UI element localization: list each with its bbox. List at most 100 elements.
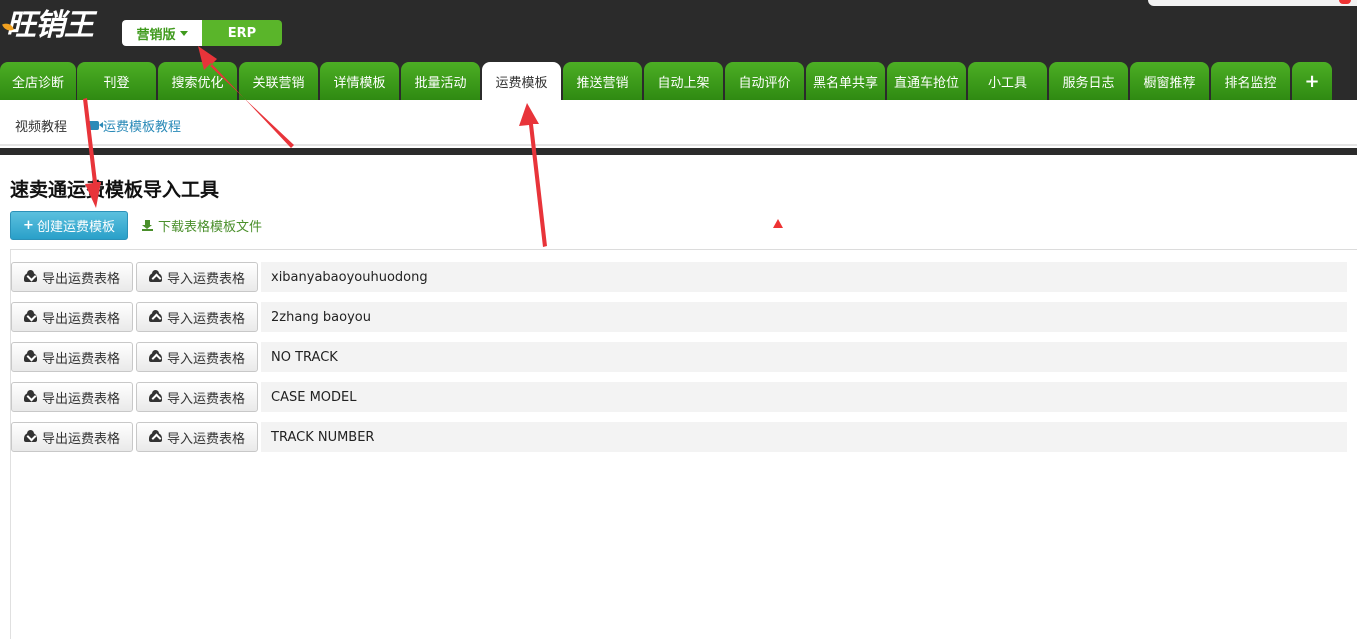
video-icon <box>87 121 103 130</box>
tab-rank-monitor[interactable]: 排名监控 <box>1211 62 1290 100</box>
template-row: 导出运费表格 导入运费表格 NO TRACK <box>11 342 1347 372</box>
import-shipping-table-button[interactable]: 导入运费表格 <box>136 342 258 372</box>
export-label: 导出运费表格 <box>41 431 120 447</box>
tab-label: 排名监控 <box>1224 75 1277 91</box>
cloud-download-icon <box>23 349 37 362</box>
top-header: 旺销王 营销版 ERP <box>0 0 1357 60</box>
shipping-tutorial-text: 运费模板教程 <box>103 120 182 135</box>
cloud-upload-icon <box>148 389 162 402</box>
page-title: 速卖通运费模板导入工具 <box>10 179 220 201</box>
main-nav: 全店诊断 刊登 搜索优化 关联营销 详情模板 批量活动 运费模板 推送营销 自动… <box>0 60 1357 100</box>
tab-label: 自动上架 <box>657 75 710 91</box>
create-shipping-template-button[interactable]: + 创建运费模板 <box>10 211 128 240</box>
template-name: NO TRACK <box>261 342 1347 372</box>
tab-label: 黑名单共享 <box>812 75 878 91</box>
tab-label: 详情模板 <box>333 75 386 91</box>
cloud-download-icon <box>23 269 37 282</box>
tab-label: 自动评价 <box>738 75 791 91</box>
export-shipping-table-button[interactable]: 导出运费表格 <box>11 382 133 412</box>
version-erp-label: ERP <box>227 25 257 41</box>
user-area[interactable] <box>1148 0 1357 6</box>
import-label: 导入运费表格 <box>166 351 245 367</box>
tab-label: 橱窗推荐 <box>1143 75 1196 91</box>
export-shipping-table-button[interactable]: 导出运费表格 <box>11 422 133 452</box>
export-label: 导出运费表格 <box>41 351 120 367</box>
version-switch: 营销版 ERP <box>122 20 282 46</box>
cloud-upload-icon <box>148 429 162 442</box>
logo: 旺销王 <box>2 8 94 44</box>
download-link-label: 下载表格模板文件 <box>158 220 263 235</box>
tab-listing[interactable]: 刊登 <box>77 62 156 100</box>
export-shipping-table-button[interactable]: 导出运费表格 <box>11 302 133 332</box>
tab-auto-review[interactable]: 自动评价 <box>725 62 804 100</box>
notification-icon[interactable] <box>1339 0 1351 4</box>
tab-blacklist-share[interactable]: 黑名单共享 <box>806 62 885 100</box>
tab-label: 运费模板 <box>495 75 548 91</box>
version-erp-button[interactable]: ERP <box>202 20 282 46</box>
export-shipping-table-button[interactable]: 导出运费表格 <box>11 262 133 292</box>
import-shipping-table-button[interactable]: 导入运费表格 <box>136 262 258 292</box>
import-label: 导入运费表格 <box>166 391 245 407</box>
tab-window-recommend[interactable]: 橱窗推荐 <box>1130 62 1209 100</box>
tab-ad-bidding[interactable]: 直通车抢位 <box>887 62 966 100</box>
tab-label: 直通车抢位 <box>893 75 959 91</box>
cloud-upload-icon <box>148 269 162 282</box>
import-shipping-table-button[interactable]: 导入运费表格 <box>136 422 258 452</box>
tab-label: 全店诊断 <box>11 75 64 91</box>
import-label: 导入运费表格 <box>166 311 245 327</box>
tab-label: 服务日志 <box>1062 75 1115 91</box>
import-label: 导入运费表格 <box>166 271 245 287</box>
template-name: CASE MODEL <box>261 382 1347 412</box>
export-label: 导出运费表格 <box>41 391 120 407</box>
tab-label: 小工具 <box>987 75 1027 91</box>
create-button-label: 创建运费模板 <box>36 220 115 235</box>
main-content: 速卖通运费模板导入工具 + 创建运费模板 下载表格模板文件 导出运费表格 导入运… <box>0 155 1357 639</box>
cloud-download-icon <box>23 309 37 322</box>
cloud-upload-icon <box>148 309 162 322</box>
import-shipping-table-button[interactable]: 导入运费表格 <box>136 382 258 412</box>
template-name: xibanyabaoyouhuodong <box>261 262 1347 292</box>
tab-label: 推送营销 <box>576 75 629 91</box>
tab-auto-listing[interactable]: 自动上架 <box>644 62 723 100</box>
tab-related-marketing[interactable]: 关联营销 <box>239 62 318 100</box>
template-name: 2zhang baoyou <box>261 302 1347 332</box>
plus-icon: + <box>1304 70 1320 92</box>
import-label: 导入运费表格 <box>166 431 245 447</box>
download-icon <box>142 220 153 231</box>
export-label: 导出运费表格 <box>41 271 120 287</box>
version-marketing-label: 营销版 <box>136 27 176 43</box>
add-tab-button[interactable]: + <box>1292 62 1332 100</box>
logo-text: 旺销王 <box>6 8 94 43</box>
sub-toolbar: 视频教程 运费模板教程 <box>0 100 1357 146</box>
template-row: 导出运费表格 导入运费表格 TRACK NUMBER <box>11 422 1347 452</box>
export-shipping-table-button[interactable]: 导出运费表格 <box>11 342 133 372</box>
version-marketing-button[interactable]: 营销版 <box>122 20 202 46</box>
tab-detail-template[interactable]: 详情模板 <box>320 62 399 100</box>
red-triangle-marker <box>773 219 783 228</box>
shipping-tutorial-link[interactable]: 运费模板教程 <box>87 116 181 135</box>
tab-label: 搜索优化 <box>171 75 224 91</box>
tab-batch-activity[interactable]: 批量活动 <box>401 62 480 100</box>
caret-down-icon <box>179 30 188 36</box>
video-tutorial-label: 视频教程 <box>15 120 68 135</box>
cloud-upload-icon <box>148 349 162 362</box>
template-row: 导出运费表格 导入运费表格 2zhang baoyou <box>11 302 1347 332</box>
template-name: TRACK NUMBER <box>261 422 1347 452</box>
tab-search-optimization[interactable]: 搜索优化 <box>158 62 237 100</box>
plus-icon: + <box>23 218 34 233</box>
cloud-download-icon <box>23 389 37 402</box>
download-template-link[interactable]: 下载表格模板文件 <box>142 216 262 235</box>
template-row: 导出运费表格 导入运费表格 xibanyabaoyouhuodong <box>11 262 1347 292</box>
tab-label: 批量活动 <box>414 75 467 91</box>
tab-store-diagnosis[interactable]: 全店诊断 <box>0 62 76 100</box>
tab-service-log[interactable]: 服务日志 <box>1049 62 1128 100</box>
import-shipping-table-button[interactable]: 导入运费表格 <box>136 302 258 332</box>
tab-push-marketing[interactable]: 推送营销 <box>563 62 642 100</box>
export-label: 导出运费表格 <box>41 311 120 327</box>
tab-label: 刊登 <box>103 75 130 91</box>
tab-tools[interactable]: 小工具 <box>968 62 1047 100</box>
cloud-download-icon <box>23 429 37 442</box>
section-divider <box>0 148 1357 155</box>
template-row: 导出运费表格 导入运费表格 CASE MODEL <box>11 382 1347 412</box>
tab-shipping-template[interactable]: 运费模板 <box>482 62 561 100</box>
